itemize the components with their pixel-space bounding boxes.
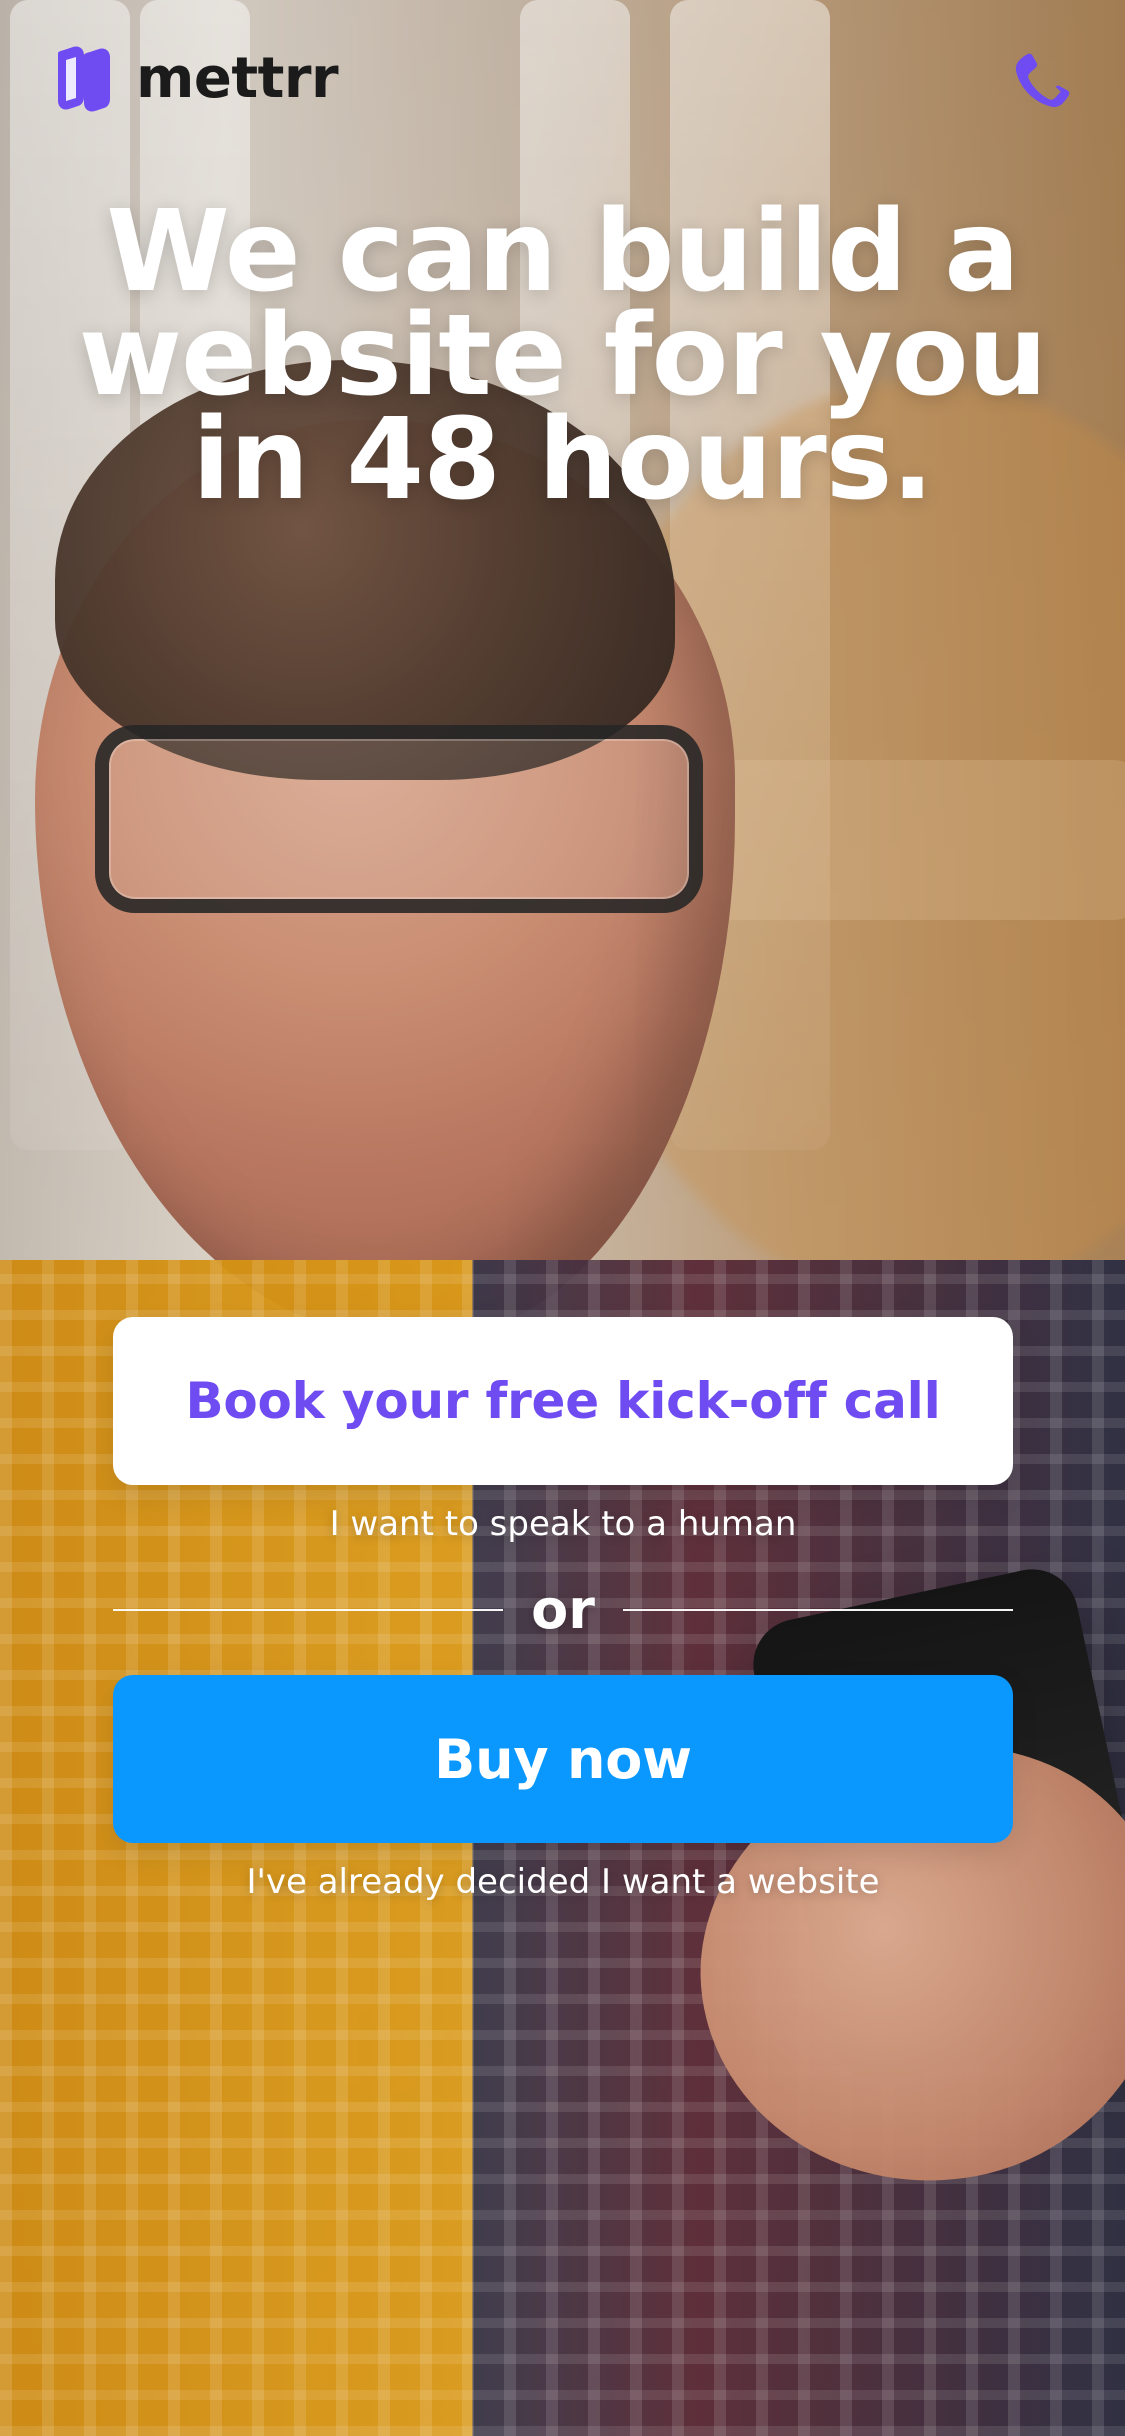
or-divider: or	[113, 1575, 1013, 1645]
speak-to-human-text: I want to speak to a human	[329, 1504, 797, 1544]
buy-now-button[interactable]: Buy now	[113, 1675, 1013, 1843]
hero-title: We can build a website for you in 48 hou…	[78, 187, 1048, 525]
divider-line-right	[623, 1609, 1013, 1611]
already-decided-text: I've already decided I want a website	[246, 1862, 880, 1902]
book-kickoff-call-button[interactable]: Book your free kick-off call	[113, 1317, 1013, 1485]
call-to-action: Book your free kick-off call I want to s…	[113, 1317, 1013, 1903]
safety-glasses	[95, 725, 703, 913]
top-bar: mettrr	[0, 0, 1125, 140]
mettrr-logo-icon	[48, 43, 118, 115]
brand-name: mettrr	[136, 46, 339, 111]
brand-link[interactable]: mettrr	[48, 43, 339, 115]
phone-icon[interactable]	[1009, 44, 1083, 118]
